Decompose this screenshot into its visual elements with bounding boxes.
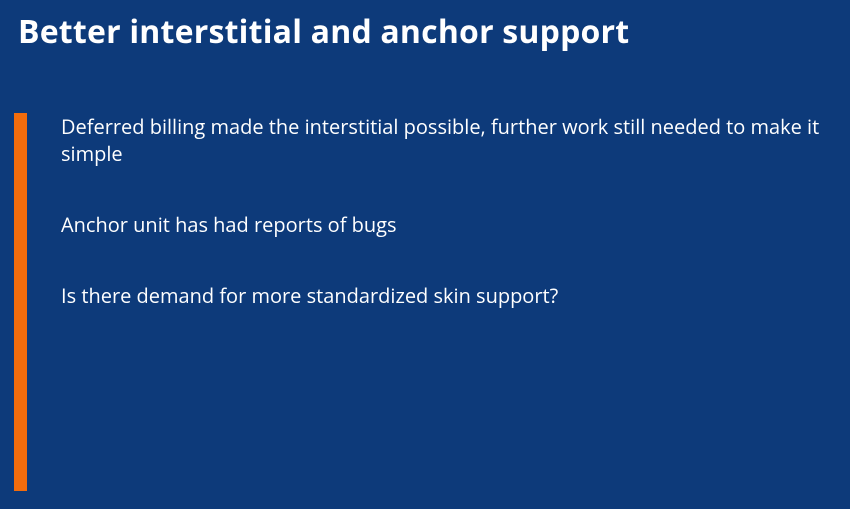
bullet-item: Deferred billing made the interstitial p…: [61, 113, 832, 167]
bullet-list: Deferred billing made the interstitial p…: [14, 113, 850, 309]
bullet-item: Anchor unit has had reports of bugs: [61, 211, 832, 238]
slide-title: Better interstitial and anchor support: [0, 0, 850, 53]
accent-bar: [14, 113, 27, 491]
bullet-item: Is there demand for more standardized sk…: [61, 282, 832, 309]
content-area: Deferred billing made the interstitial p…: [14, 113, 850, 353]
